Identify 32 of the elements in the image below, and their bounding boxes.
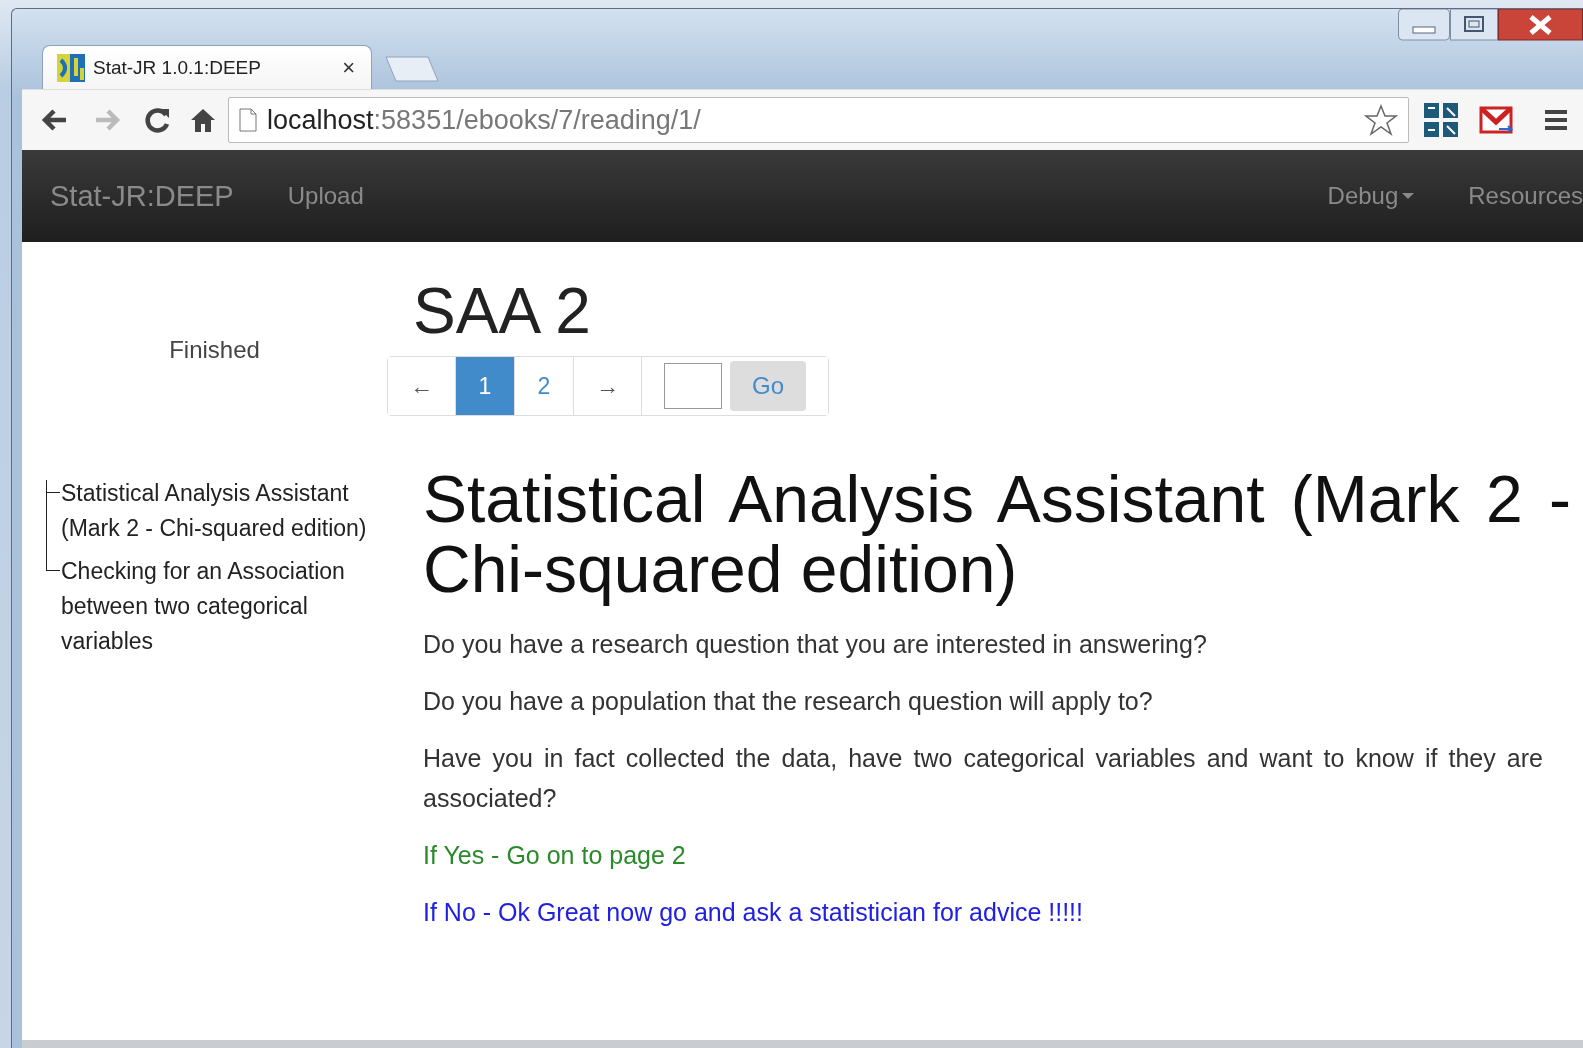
page-link[interactable]: 1: [456, 357, 515, 415]
address-field[interactable]: localhost:58351/ebooks/7/reading/1/: [228, 97, 1409, 143]
brand-link[interactable]: Stat-JR:DEEP: [50, 179, 234, 213]
app-logo-icon: [57, 53, 85, 82]
extension-icon[interactable]: [1423, 102, 1459, 138]
reload-icon[interactable]: [142, 105, 172, 135]
paragraph: If Yes - Go on to page 2: [423, 840, 687, 871]
section-heading: Statistical Analysis Assistant (Mark 2 - Chi-squared edition): [423, 464, 1571, 604]
star-icon[interactable]: [1364, 104, 1398, 136]
page-icon: [239, 108, 257, 132]
close-tab-button[interactable]: ×: [338, 54, 359, 81]
paragraph: If No - Ok Great now go and ask a statistician for advice !!!!!: [423, 897, 1084, 928]
tab-title: Stat-JR 1.0.1:DEEP: [93, 56, 262, 79]
dropdown-menu[interactable]: Debug: [1327, 182, 1415, 210]
previous-page-button[interactable]: ←: [388, 357, 456, 415]
browser-tab[interactable]: Stat-JR 1.0.1:DEEP ×: [42, 45, 372, 89]
page-title: SAA 2: [413, 276, 592, 346]
maximize-button[interactable]: [1450, 9, 1498, 41]
paragraph: Do you have a population that the research question will apply to?: [423, 686, 1154, 717]
paragraph: Have you in fact collected the data, have two categorical variables and want to know if they are associated?: [423, 743, 1543, 814]
tree-item[interactable]: Checking for an Association between two categorical variables: [61, 550, 377, 663]
minimize-button[interactable]: [1398, 9, 1450, 41]
close-window-button[interactable]: [1498, 9, 1583, 41]
nav-link[interactable]: Upload: [287, 182, 364, 210]
status-text: Finished: [168, 336, 261, 364]
mail-icon[interactable]: [1479, 105, 1515, 135]
paragraph: Do you have a research question that you are interested in answering?: [423, 629, 1208, 660]
page-number-field[interactable]: [664, 363, 722, 409]
caret-icon: [1402, 192, 1415, 200]
nav-link[interactable]: Resources: [1468, 182, 1583, 210]
menu-icon[interactable]: [1543, 107, 1569, 133]
tree-item[interactable]: Statistical Analysis Assistant (Mark 2 - Chi-squared edition): [61, 472, 377, 550]
